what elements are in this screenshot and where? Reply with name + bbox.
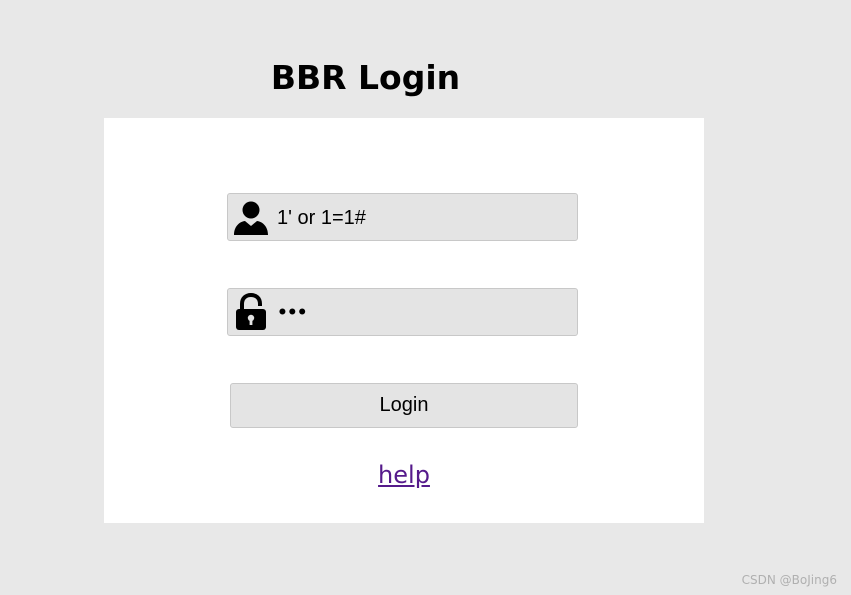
- watermark: CSDN @BoJing6: [741, 573, 837, 587]
- help-link-wrapper: help: [104, 458, 704, 492]
- user-icon: [232, 198, 270, 236]
- password-value: •••: [277, 303, 308, 323]
- login-button[interactable]: Login: [230, 383, 578, 428]
- password-field[interactable]: •••: [227, 288, 578, 336]
- login-panel: 1' or 1=1# ••• Login help: [104, 118, 704, 523]
- help-link[interactable]: help: [378, 461, 430, 489]
- lock-icon: [232, 293, 270, 331]
- username-value: 1' or 1=1#: [277, 207, 366, 229]
- username-field[interactable]: 1' or 1=1#: [227, 193, 578, 241]
- page-title: BBR Login: [270, 58, 461, 97]
